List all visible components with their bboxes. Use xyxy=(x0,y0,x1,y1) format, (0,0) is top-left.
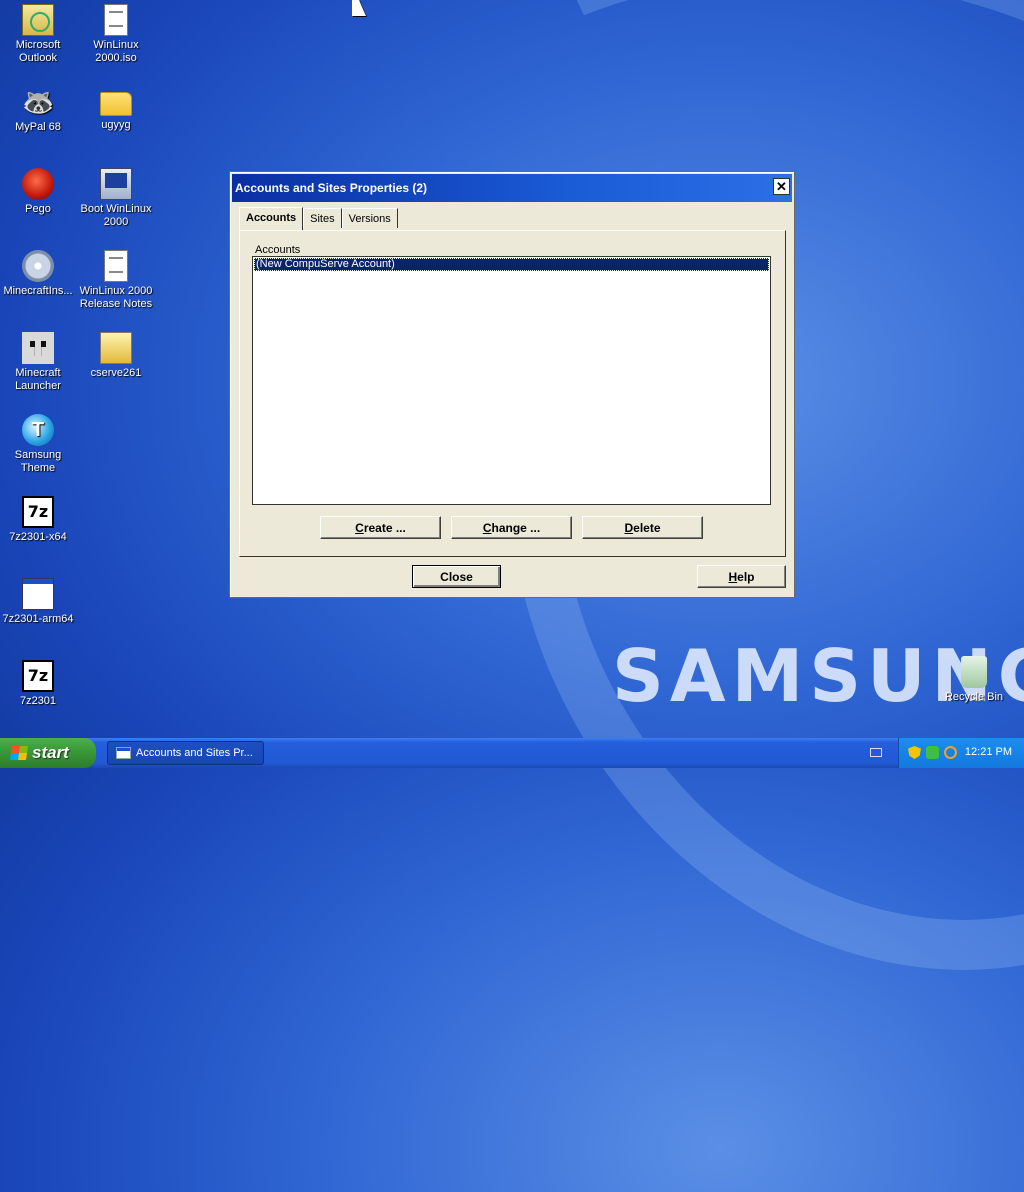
windows-logo-icon xyxy=(10,746,28,760)
desktop-icon-minecraft-installer[interactable]: MinecraftIns... xyxy=(0,250,76,298)
search-icon[interactable] xyxy=(944,746,957,759)
desktop-icon-label: Minecraft xyxy=(15,367,61,379)
desktop-icon-label: Boot WinLinux xyxy=(80,203,152,215)
desktop-icon-label: Release Notes xyxy=(79,298,153,310)
desktop-icon-label: cserve261 xyxy=(90,367,142,379)
text-document-icon xyxy=(104,250,128,282)
desktop-icon-label: Launcher xyxy=(15,380,61,392)
start-label: start xyxy=(32,743,69,762)
desktop-icon-boot-winlinux[interactable]: Boot WinLinux 2000 xyxy=(78,168,154,229)
accounts-tab-panel: Accounts (New CompuServe Account) Create… xyxy=(239,230,786,557)
desktop-icon-label: MinecraftIns... xyxy=(3,285,73,297)
accounts-group-label: Accounts xyxy=(255,244,301,256)
desktop-icon-pego[interactable]: Pego xyxy=(0,168,76,216)
window-icon xyxy=(22,578,54,610)
desktop-icon-winlinux-iso[interactable]: WinLinux 2000.iso xyxy=(78,4,154,65)
installer-disc-icon xyxy=(22,250,54,282)
desktop-icon-7z2301-x64[interactable]: 7z 7z2301-x64 xyxy=(0,496,76,544)
dialog-title: Accounts and Sites Properties (2) xyxy=(235,181,428,195)
start-button[interactable]: start xyxy=(0,738,96,768)
create-button[interactable]: Create ... xyxy=(320,516,441,539)
desktop-icon-samsung-theme[interactable]: T Samsung Theme xyxy=(0,414,76,475)
desktop-icon-recycle-bin[interactable]: Recycle Bin xyxy=(936,656,1012,704)
taskbar-button-label: Accounts and Sites Pr... xyxy=(136,747,253,759)
desktop-icon-label: 7z2301-arm64 xyxy=(2,613,74,625)
keyboard-icon[interactable] xyxy=(870,748,882,757)
computer-icon xyxy=(100,168,132,200)
tab-accounts[interactable]: Accounts xyxy=(239,207,304,230)
desktop-icon-microsoft-outlook[interactable]: Microsoft Outlook xyxy=(0,4,76,65)
desktop-icon-label: 7z2301 xyxy=(19,695,57,707)
7zip-icon: 7z xyxy=(22,660,54,692)
delete-button[interactable]: Delete xyxy=(582,516,703,539)
desktop-icon-label: Outlook xyxy=(19,52,57,64)
7zip-icon: 7z xyxy=(22,496,54,528)
desktop-icon-label: 2000 xyxy=(103,216,129,228)
close-icon[interactable]: ✕ xyxy=(773,178,790,195)
desktop-icon-label: WinLinux xyxy=(93,39,139,51)
outlook-icon xyxy=(22,4,54,36)
desktop-icon-label: WinLinux 2000 xyxy=(79,285,153,297)
change-button[interactable]: Change ... xyxy=(451,516,572,539)
raccoon-icon: 🦝 xyxy=(22,87,55,117)
help-button[interactable]: Help xyxy=(697,565,786,588)
security-shield-icon[interactable] xyxy=(908,746,921,759)
system-tray: 12:21 PM xyxy=(898,738,1024,768)
dialog-titlebar[interactable]: Accounts and Sites Properties (2) ✕ xyxy=(232,174,792,202)
accounts-sites-dialog: Accounts and Sites Properties (2) ✕ Acco… xyxy=(229,171,795,598)
taskbar-button-accounts-dialog[interactable]: Accounts and Sites Pr... xyxy=(107,741,264,765)
desktop-icon-cserve261[interactable]: cserve261 xyxy=(78,332,154,380)
samsung-theme-icon: T xyxy=(22,414,54,446)
desktop-icon-label: MyPal 68 xyxy=(15,121,61,133)
desktop-icon-ugyyg[interactable]: ugyyg xyxy=(78,86,154,132)
clock[interactable]: 12:21 PM xyxy=(965,746,1012,758)
dialog-tabs: Accounts Sites Versions xyxy=(239,207,398,230)
desktop-icon-label: Recycle Bin xyxy=(944,691,1004,703)
desktop-icon-minecraft-launcher[interactable]: Minecraft Launcher xyxy=(0,332,76,393)
pego-icon xyxy=(22,168,54,200)
recycle-bin-icon xyxy=(961,656,987,688)
desktop-icon-release-notes[interactable]: WinLinux 2000 Release Notes xyxy=(78,250,154,311)
desktop-icon-7z2301-arm64[interactable]: 7z2301-arm64 xyxy=(0,578,76,626)
creeper-icon xyxy=(22,332,54,364)
desktop-icon-label: Microsoft xyxy=(15,39,61,51)
desktop-icon-mypal[interactable]: 🦝 MyPal 68 xyxy=(0,86,76,134)
desktop-icon-label: Samsung xyxy=(14,449,62,461)
folder-icon xyxy=(100,92,132,116)
mouse-cursor xyxy=(352,0,366,16)
list-item[interactable]: (New CompuServe Account) xyxy=(254,258,769,271)
desktop-icon-7z2301[interactable]: 7z 7z2301 xyxy=(0,660,76,708)
desktop-icon-label: 2000.iso xyxy=(95,52,137,64)
desktop-icon-label: ugyyg xyxy=(101,119,131,131)
taskbar: start Accounts and Sites Pr... 12:21 PM xyxy=(0,738,1024,768)
tab-versions[interactable]: Versions xyxy=(341,208,398,228)
close-button[interactable]: Close xyxy=(412,565,501,588)
accounts-listbox[interactable]: (New CompuServe Account) xyxy=(252,256,771,505)
iso-file-icon xyxy=(104,4,128,36)
tab-sites[interactable]: Sites xyxy=(303,208,342,228)
desktop-icon-label: Theme xyxy=(20,462,56,474)
network-icon[interactable] xyxy=(926,746,939,759)
setup-icon xyxy=(100,332,132,364)
desktop-icon-label: Pego xyxy=(25,203,51,215)
window-icon xyxy=(116,747,131,759)
desktop-icon-label: 7z2301-x64 xyxy=(9,531,67,543)
